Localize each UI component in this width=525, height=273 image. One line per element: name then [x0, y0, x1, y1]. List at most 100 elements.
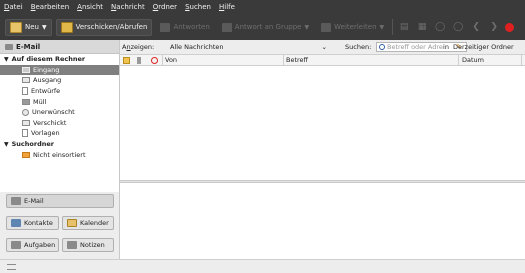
sent-icon — [22, 119, 30, 126]
reply-all-label: Antwort an Gruppe — [234, 23, 302, 31]
chevron-down-icon[interactable]: ▼ — [42, 24, 47, 31]
filter-select[interactable]: Alle Nachrichten ⌄ — [166, 42, 331, 52]
forward-nav-icon[interactable]: ❯ — [487, 20, 501, 34]
folder-vorlagen[interactable]: Vorlagen — [0, 128, 119, 139]
folder-entwuerfe[interactable]: Entwürfe — [0, 86, 119, 97]
back-icon[interactable]: ❮ — [469, 20, 483, 34]
search-folder-icon — [22, 151, 30, 158]
folder-verschickt[interactable]: Verschickt — [0, 118, 119, 129]
message-list[interactable] — [120, 66, 525, 180]
flag-column-icon[interactable] — [151, 56, 158, 64]
inbox-icon — [22, 66, 30, 73]
stop-icon[interactable] — [505, 22, 515, 32]
junk-icon[interactable]: ◯ — [433, 20, 447, 34]
reply-icon — [160, 22, 171, 32]
filter-bar: Anzeigen: Alle Nachrichten ⌄ Suchen: ✎ i… — [120, 40, 525, 54]
in-label: in — [443, 43, 449, 51]
switch-tasks-button[interactable]: Aufgaben — [6, 238, 59, 252]
folder-label: Eingang — [33, 65, 60, 74]
main-pane: Anzeigen: Alle Nachrichten ⌄ Suchen: ✎ i… — [120, 40, 525, 259]
switch-calendar-button[interactable]: Kalender — [62, 216, 114, 230]
expand-triangle-icon[interactable]: ▼ — [4, 56, 9, 63]
chevron-down-icon[interactable]: ▼ — [380, 24, 385, 31]
evolution-mail-window: Datei Bearbeiten Ansicht Nachricht Ordne… — [0, 0, 525, 273]
preview-pane — [120, 183, 525, 259]
folder-label: Ausgang — [33, 76, 62, 85]
notes-icon — [67, 241, 77, 249]
switch-notes-button[interactable]: Notizen — [62, 238, 114, 252]
forward-button[interactable]: Weiterleiten ▼ — [317, 19, 388, 36]
switch-calendar-label: Kalender — [80, 219, 109, 227]
folder-label: Entwürfe — [31, 87, 61, 96]
menu-suchen[interactable]: Suchen — [185, 3, 211, 11]
print-icon[interactable]: ▤ — [397, 20, 411, 34]
switch-contacts-label: Kontakte — [24, 219, 53, 227]
expand-triangle-icon[interactable]: ▼ — [4, 141, 9, 148]
column-divider[interactable] — [283, 55, 284, 65]
new-button[interactable]: Neu ▼ — [5, 18, 52, 36]
forward-icon — [321, 22, 332, 32]
toolbar-separator — [392, 19, 394, 35]
column-from[interactable]: Von — [165, 56, 177, 64]
menu-hilfe[interactable]: Hilfe — [219, 3, 235, 11]
menu-ordner[interactable]: Ordner — [153, 3, 177, 11]
column-divider[interactable] — [162, 55, 163, 65]
reply-all-button[interactable]: Antwort an Gruppe ▼ — [218, 19, 313, 36]
tree-group-searchfolders[interactable]: ▼ Suchordner — [0, 139, 119, 150]
chevron-down-icon[interactable]: ▼ — [305, 24, 310, 31]
tasks-icon — [11, 241, 21, 249]
outbox-icon — [22, 77, 30, 84]
column-date[interactable]: Datum — [462, 56, 484, 64]
menu-nachricht[interactable]: Nachricht — [111, 3, 145, 11]
delete-icon[interactable]: ▦ — [415, 20, 429, 34]
folder-nicht-einsortiert[interactable]: Nicht einsortiert — [0, 149, 119, 160]
not-junk-icon[interactable]: ◯ — [451, 20, 465, 34]
forward-label: Weiterleiten — [334, 23, 377, 31]
folder-ausgang[interactable]: Ausgang — [0, 75, 119, 86]
new-mail-icon — [10, 21, 22, 33]
folder-eingang[interactable]: Eingang — [0, 64, 119, 76]
scope-value: Derzeitiger Ordner — [453, 43, 514, 51]
menu-ansicht[interactable]: Ansicht — [77, 3, 103, 11]
switch-notes-label: Notizen — [80, 241, 105, 249]
send-receive-icon — [60, 21, 73, 33]
column-divider[interactable] — [458, 55, 459, 65]
folder-muell[interactable]: Müll — [0, 96, 119, 107]
toolbar: Neu ▼ Verschicken/Abrufen Antworten Antw… — [0, 14, 525, 40]
column-divider[interactable] — [521, 55, 522, 65]
search-icon[interactable] — [379, 44, 385, 50]
message-list-header: Von Betreff Datum — [120, 54, 525, 66]
tree-group-local[interactable]: ▼ Auf diesem Rechner — [0, 54, 119, 65]
folder-label: Müll — [33, 97, 47, 106]
chevron-down-icon: ⌄ — [321, 43, 327, 51]
status-column-icon[interactable] — [123, 56, 130, 64]
search-label: Suchen: — [345, 43, 372, 51]
switch-mail-button[interactable]: E-Mail — [6, 194, 114, 208]
calendar-icon — [67, 219, 77, 227]
switch-mail-label: E-Mail — [24, 197, 44, 205]
switch-tasks-label: Aufgaben — [24, 241, 56, 249]
status-bar — [0, 259, 525, 273]
drafts-icon — [22, 87, 28, 96]
templates-icon — [22, 129, 28, 138]
scope-select[interactable]: Derzeitiger Ordner — [451, 42, 525, 52]
folder-label: Unerwünscht — [32, 108, 75, 117]
menu-datei[interactable]: Datei — [4, 3, 23, 11]
menu-bar: Datei Bearbeiten Ansicht Nachricht Ordne… — [0, 0, 525, 14]
new-label: Neu — [25, 23, 39, 31]
folder-tree: ▼ Auf diesem Rechner Eingang Ausgang Ent… — [0, 54, 119, 192]
column-subject[interactable]: Betreff — [286, 56, 308, 64]
tree-group-label: Suchordner — [11, 140, 54, 149]
folder-unerwuenscht[interactable]: Unerwünscht — [0, 107, 119, 118]
attachment-column-icon[interactable] — [137, 56, 141, 64]
send-receive-label: Verschicken/Abrufen — [75, 23, 148, 31]
reply-all-icon — [221, 22, 232, 32]
menu-bearbeiten[interactable]: Bearbeiten — [31, 3, 69, 11]
sidebar-title: E-Mail — [16, 42, 41, 51]
send-receive-button[interactable]: Verschicken/Abrufen — [55, 18, 153, 36]
switch-contacts-button[interactable]: Kontakte — [6, 216, 59, 230]
trash-icon — [22, 98, 30, 105]
network-status-icon[interactable] — [7, 263, 16, 270]
reply-button[interactable]: Antworten — [156, 19, 213, 36]
component-switcher: E-Mail Kontakte Kalender Aufgaben Notize… — [0, 192, 119, 259]
